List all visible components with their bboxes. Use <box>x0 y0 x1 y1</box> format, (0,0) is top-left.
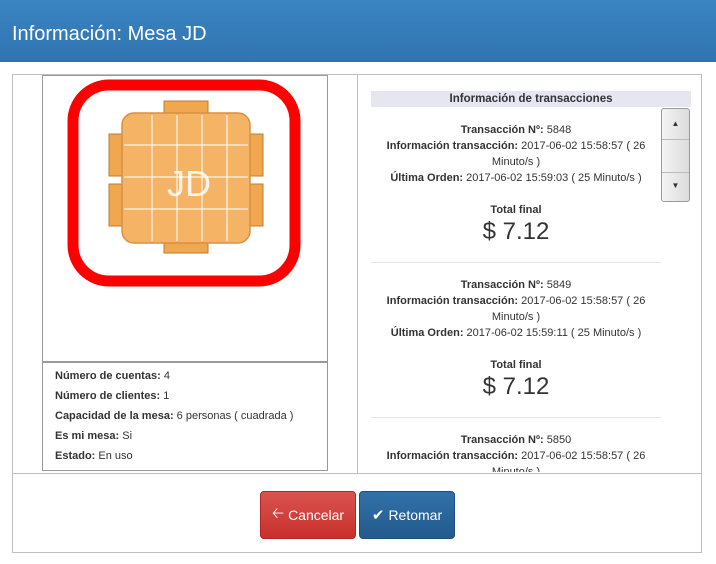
mine-value: Si <box>122 430 133 442</box>
transactions-scrollbar[interactable]: ▲ ▼ <box>661 108 690 202</box>
triangle-up-icon[interactable]: ▲ <box>662 109 689 139</box>
total-label: Total final <box>490 204 542 216</box>
transaction-info-label: Información transacción: <box>386 140 519 152</box>
total-value: $ 7.12 <box>482 373 550 400</box>
transaction-number-label: Transacción Nº: <box>460 124 544 136</box>
transaction-number: 5848 <box>546 124 572 136</box>
transaction-item: Transacción Nº: 5848 Información transac… <box>371 108 661 263</box>
transaction-number-label: Transacción Nº: <box>460 434 544 446</box>
triangle-down-icon[interactable]: ▼ <box>662 171 689 201</box>
table-info: Número de cuentas: 4 Número de clientes:… <box>42 362 328 471</box>
transaction-number: 5850 <box>546 434 572 446</box>
transaction-info-label: Información transacción: <box>386 295 519 307</box>
state-row: Estado: En uso <box>55 446 327 466</box>
transactions-list[interactable]: Transacción Nº: 5848 Información transac… <box>371 108 661 472</box>
last-order-label: Última Orden: <box>390 327 464 339</box>
last-order: 2017-06-02 15:59:11 ( 25 Minuto/s ) <box>466 327 642 339</box>
state-value: En uso <box>98 450 133 462</box>
transaction-info-label: Información transacción: <box>386 450 519 462</box>
mine-label: Es mi mesa: <box>55 430 120 442</box>
capacity-label: Capacidad de la mesa: <box>55 410 174 422</box>
total-value: $ 7.12 <box>482 218 550 245</box>
transaction-item: Transacción Nº: 5849 Información transac… <box>371 263 661 418</box>
modal-header: Información: Mesa JD <box>0 0 716 62</box>
accounts-label: Número de cuentas: <box>55 370 161 382</box>
capacity-value: 6 personas ( cuadrada ) <box>176 410 294 422</box>
transaction-item: Transacción Nº: 5850 Información transac… <box>371 418 661 472</box>
cancel-button[interactable]: 🡠 Cancelar <box>260 491 356 539</box>
modal-title: Información: Mesa JD <box>12 23 207 45</box>
total-label: Total final <box>490 359 542 371</box>
last-order: 2017-06-02 15:59:03 ( 25 Minuto/s ) <box>466 172 642 184</box>
arrow-left-icon: 🡠 <box>271 504 285 522</box>
transactions-title: Información de transacciones <box>371 91 691 107</box>
mine-row: Es mi mesa: Si <box>55 426 327 446</box>
clients-value: 1 <box>163 390 170 402</box>
footer-divider <box>12 473 702 474</box>
scroll-track[interactable] <box>662 139 689 173</box>
cancel-label: Cancelar <box>288 507 345 523</box>
transaction-number: 5849 <box>546 279 572 291</box>
clients-label: Número de clientes: <box>55 390 161 402</box>
check-icon: ✔ <box>371 507 385 524</box>
table-icon: JD <box>67 79 301 287</box>
column-divider <box>357 74 358 474</box>
state-label: Estado: <box>55 450 96 462</box>
retomar-button[interactable]: ✔ Retomar <box>359 491 455 539</box>
transaction-number-label: Transacción Nº: <box>460 279 544 291</box>
table-label: JD <box>167 163 211 204</box>
accounts-value: 4 <box>163 370 170 382</box>
last-order-label: Última Orden: <box>390 172 464 184</box>
retomar-label: Retomar <box>388 507 443 523</box>
capacity-row: Capacidad de la mesa: 6 personas ( cuadr… <box>55 406 327 426</box>
accounts-row: Número de cuentas: 4 <box>55 366 327 386</box>
clients-row: Número de clientes: 1 <box>55 386 327 406</box>
